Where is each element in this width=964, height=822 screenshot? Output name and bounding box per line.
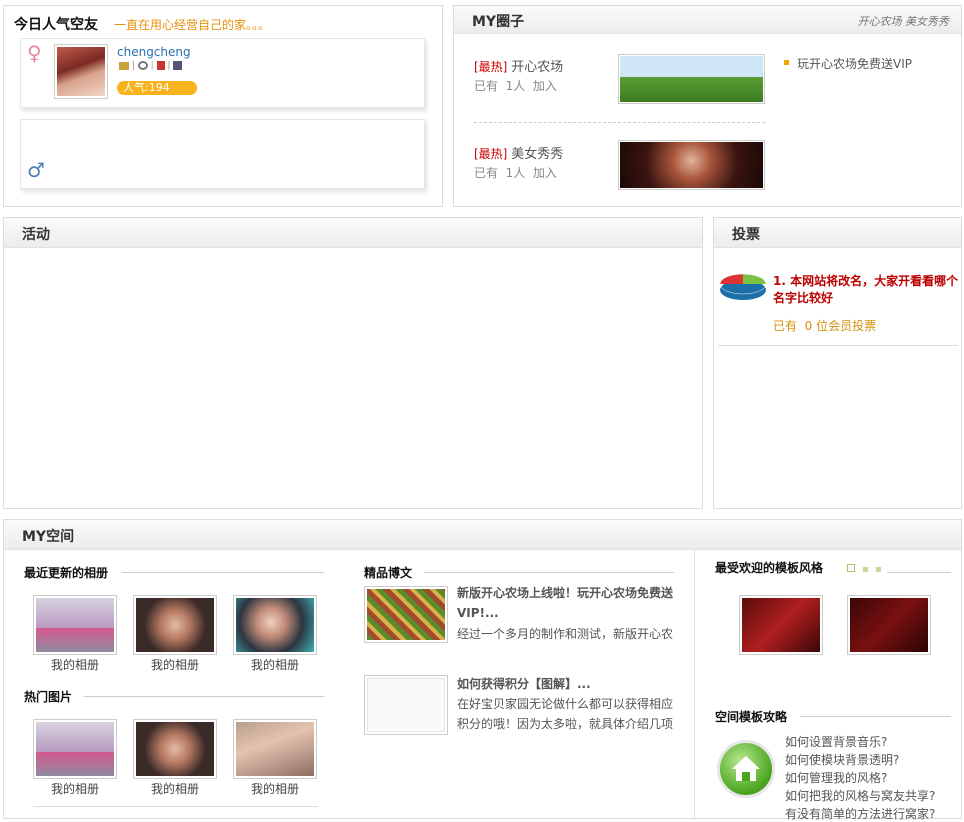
- circle-name[interactable]: 开心农场: [511, 60, 563, 75]
- column-divider: [694, 550, 695, 820]
- hot-picture-thumb[interactable]: [233, 719, 317, 779]
- hot-tag: [最热]: [474, 60, 508, 74]
- message-icon[interactable]: [156, 61, 165, 70]
- bullet-icon: [784, 60, 789, 65]
- blog-thumb[interactable]: [364, 675, 448, 735]
- empty-user-card: ♂: [20, 119, 425, 189]
- picture-caption[interactable]: 我的相册: [134, 780, 216, 797]
- blog-post-title[interactable]: 新版开心农场上线啦！玩开心农场免费送VIP!...: [457, 583, 675, 623]
- hot-picture-thumb[interactable]: [133, 719, 217, 779]
- vote-divider: [718, 345, 958, 346]
- guide-link[interactable]: 有没有简单的方法进行窝家?: [785, 805, 935, 822]
- activity-title: 活动: [22, 227, 50, 243]
- section-rule: [84, 696, 324, 697]
- section-rule: [887, 572, 951, 573]
- avatar[interactable]: [54, 44, 108, 99]
- user-name-link[interactable]: chengcheng: [117, 45, 191, 59]
- picture-caption[interactable]: 我的相册: [234, 780, 316, 797]
- album-caption[interactable]: 我的相册: [34, 656, 116, 673]
- add-friend-icon[interactable]: [137, 61, 148, 70]
- circle-stats: 已有 1人 加入: [474, 166, 557, 180]
- album-thumb[interactable]: [133, 595, 217, 655]
- home-icon: [717, 740, 775, 798]
- circle-stats: 已有 1人 加入: [474, 79, 557, 93]
- pager-dots[interactable]: [847, 561, 881, 575]
- circle-name[interactable]: 美女秀秀: [511, 147, 563, 162]
- hot-pictures-title: 热门图片: [24, 690, 73, 704]
- my-space-panel: MY空间 最近更新的相册 我的相册 我的相册 我的相册 热门图片 我的相册 我的…: [3, 519, 962, 822]
- guide-link[interactable]: 如何设置背景音乐?: [785, 733, 887, 750]
- circle-image-beauty[interactable]: [618, 140, 765, 190]
- vote-item-link[interactable]: 1. 本网站将改名，大家开看看哪个名字比较好: [773, 273, 959, 307]
- circle-divider: [474, 122, 765, 123]
- pie-chart-icon: [719, 273, 767, 300]
- popular-title: 今日人气空友: [14, 17, 98, 33]
- hot-picture-thumb[interactable]: [33, 719, 117, 779]
- circle-image-farm[interactable]: [618, 54, 765, 104]
- recent-albums-title: 最近更新的相册: [24, 566, 109, 580]
- popularity-badge: 人气:194: [117, 81, 197, 95]
- user-card[interactable]: ♀ chengcheng | | | 人气:194: [20, 38, 425, 108]
- profile-icon[interactable]: [119, 61, 129, 70]
- blog-post-title[interactable]: 如何获得积分【图解】...: [457, 674, 675, 694]
- templates-title: 最受欢迎的模板风格: [715, 561, 824, 575]
- activity-panel: 活动: [3, 217, 703, 509]
- vote-title: 投票: [732, 227, 760, 243]
- album-thumb[interactable]: [33, 595, 117, 655]
- album-thumb[interactable]: [233, 595, 317, 655]
- template-thumb[interactable]: [847, 595, 931, 655]
- section-rule: [800, 716, 951, 717]
- circles-links[interactable]: 开心农场 美女秀秀: [858, 13, 950, 29]
- section-rule: [122, 572, 324, 573]
- circle-item[interactable]: [最热] 开心农场: [474, 56, 563, 75]
- gift-icon[interactable]: [173, 61, 183, 70]
- guide-link[interactable]: 如何把我的风格与窝友共享?: [785, 787, 935, 804]
- picture-caption[interactable]: 我的相册: [34, 780, 116, 797]
- blog-title: 精品博文: [364, 566, 413, 580]
- male-icon: ♂: [27, 158, 45, 182]
- circle-item[interactable]: [最热] 美女秀秀: [474, 143, 563, 162]
- myspace-title: MY空间: [22, 529, 75, 545]
- circles-title: MY圈子: [472, 14, 525, 30]
- album-caption[interactable]: 我的相册: [234, 656, 316, 673]
- popular-friends-panel: 今日人气空友 一直在用心经营自己的家。。。 ♀ chengcheng | | |…: [3, 5, 443, 207]
- popular-subtitle: 一直在用心经营自己的家。。。: [114, 18, 271, 32]
- vote-count: 已有 0 位会员投票: [773, 319, 877, 333]
- blog-thumb[interactable]: [364, 586, 448, 643]
- album-caption[interactable]: 我的相册: [134, 656, 216, 673]
- guide-link[interactable]: 如何管理我的风格?: [785, 769, 887, 786]
- blog-post-summary: 在好宝贝家园无论做什么都可以获得相应积分的哦！因为太多啦，就具体介绍几项: [457, 697, 674, 731]
- female-icon: ♀: [27, 41, 42, 65]
- blog-post-summary: 经过一个多月的制作和测试，新版开心农: [457, 627, 674, 641]
- section-rule: [424, 572, 674, 573]
- side-link[interactable]: 玩开心农场免费送VIP: [797, 55, 912, 72]
- guide-link[interactable]: 如何使模块背景透明?: [785, 751, 899, 768]
- user-actions: | | |: [119, 61, 183, 71]
- my-circles-panel: MY圈子 开心农场 美女秀秀 [最热] 开心农场 已有 1人 加入 [最热] 美…: [453, 5, 962, 207]
- vote-panel: 投票 1. 本网站将改名，大家开看看哪个名字比较好 已有 0 位会员投票: [713, 217, 962, 509]
- next-row-hint: [33, 806, 318, 810]
- guide-title: 空间模板攻略: [715, 710, 788, 724]
- hot-tag: [最热]: [474, 147, 508, 161]
- template-thumb[interactable]: [739, 595, 823, 655]
